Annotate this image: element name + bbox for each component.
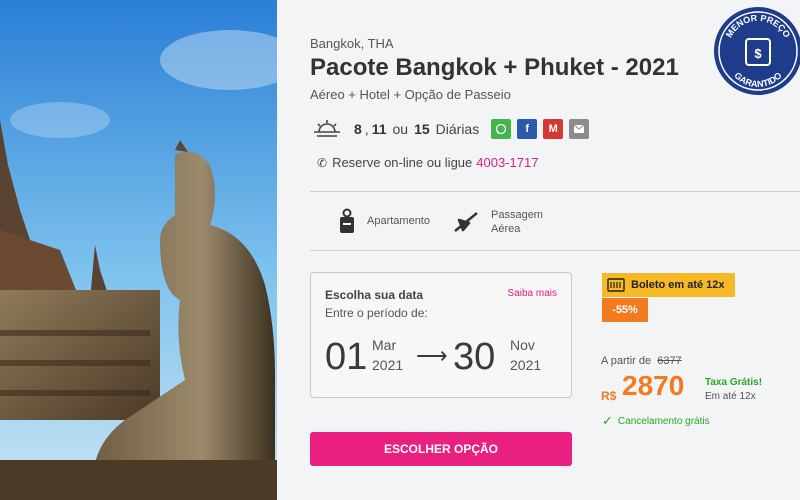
boleto-badge: Boleto em até 12x <box>602 273 735 297</box>
nights-sep-1: , <box>364 121 369 137</box>
divider <box>310 191 800 192</box>
cancel-text: Cancelamento grátis <box>617 415 710 427</box>
nights-option-3: 15 <box>414 121 430 137</box>
share-buttons: f M <box>491 119 595 139</box>
phone-link[interactable]: 4003-1717 <box>476 155 538 170</box>
airplane-icon <box>454 212 478 232</box>
from-price-line: A partir de 6377 <box>601 355 682 367</box>
current-price: 2870 <box>622 370 685 401</box>
location-label: Bangkok, THA <box>310 36 394 51</box>
end-year: 2021 <box>510 357 542 373</box>
feature-label-line1: Passagem <box>491 209 543 221</box>
phone-icon: ✆ <box>317 155 328 170</box>
hero-image <box>0 0 277 500</box>
date-selector-label: Escolha sua data <box>325 288 424 302</box>
nights-sep-2: ou <box>392 121 409 137</box>
nights-label: Diárias <box>435 121 480 137</box>
check-icon: ✓ <box>602 413 613 428</box>
feature-flight: Passagem Aérea <box>453 208 543 236</box>
whatsapp-icon <box>496 123 507 135</box>
divider <box>310 250 800 251</box>
start-month: Mar <box>372 337 397 353</box>
start-day: 01 <box>325 336 368 378</box>
choose-option-button[interactable]: ESCOLHER OPÇÃO <box>310 432 572 466</box>
door-hanger-icon <box>340 208 354 233</box>
tax-free-label: Taxa Grátis! <box>705 377 763 388</box>
nights-row: 8 , 11 ou 15 Diárias f M <box>313 117 595 141</box>
start-year: 2021 <box>372 357 404 373</box>
offer-panel: Bangkok, THA Pacote Bangkok + Phuket - 2… <box>277 0 800 500</box>
old-price: 6377 <box>657 355 682 367</box>
sunset-icon <box>314 120 340 137</box>
discount-badge: -55% <box>602 298 648 322</box>
boleto-text: Boleto em até 12x <box>631 279 725 291</box>
end-day: 30 <box>453 336 496 378</box>
whatsapp-share-button[interactable] <box>491 119 512 139</box>
feature-apartment: Apartamento <box>339 208 430 234</box>
svg-text:$: $ <box>754 46 762 61</box>
currency-symbol: R$ <box>601 389 617 403</box>
package-title: Pacote Bangkok + Phuket - 2021 <box>310 54 679 81</box>
ticket-icon <box>607 278 625 292</box>
feature-label: Apartamento <box>367 215 430 227</box>
feature-label-line2: Aérea <box>491 223 521 235</box>
learn-more-link[interactable]: Saiba mais <box>508 288 557 299</box>
free-cancellation: ✓ Cancelamento grátis <box>602 413 710 429</box>
end-month: Nov <box>510 337 535 353</box>
nights-option-1: 8 <box>354 121 362 137</box>
email-share-button[interactable] <box>569 119 590 139</box>
arrow-right-icon: ⟶ <box>416 343 448 368</box>
package-subtitle: Aéreo + Hotel + Opção de Passeio <box>310 87 511 102</box>
installments-label: Em até 12x <box>705 391 756 402</box>
email-icon <box>573 124 585 133</box>
nights-option-2: 11 <box>371 121 387 137</box>
from-label: A partir de <box>601 355 652 367</box>
lowest-price-badge: MENOR PREÇO GARANTIDO $ <box>712 5 800 97</box>
facebook-share-button[interactable]: f <box>517 119 538 139</box>
contact-text: Reserve on-line ou ligue <box>332 155 473 170</box>
period-label: Entre o período de: <box>325 306 428 320</box>
gmail-share-button[interactable]: M <box>543 119 564 139</box>
feature-label: Passagem Aérea <box>491 208 543 236</box>
contact-line: ✆ Reserve on-line ou ligue 4003-1717 <box>317 155 538 170</box>
date-selector[interactable]: Escolha sua data Saiba mais Entre o perí… <box>310 272 572 398</box>
